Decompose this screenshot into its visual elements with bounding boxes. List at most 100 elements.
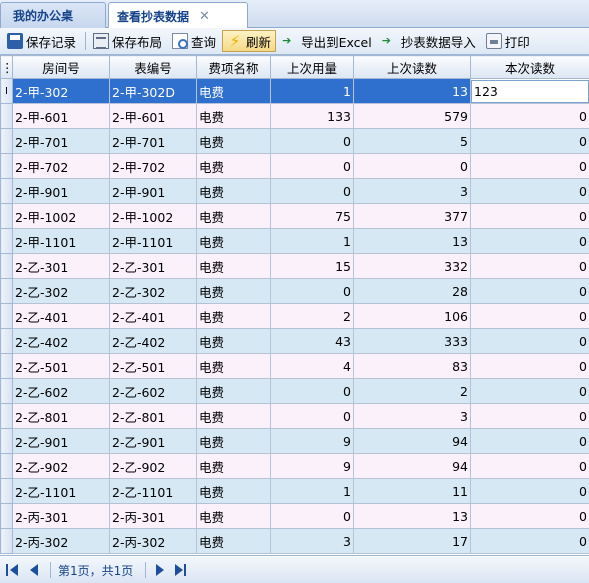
last-reading-cell[interactable]: 0 — [353, 153, 471, 179]
row-indicator[interactable] — [0, 278, 13, 304]
meter-cell[interactable]: 2-乙-302 — [109, 278, 197, 304]
meter-cell[interactable]: 2-乙-602 — [109, 378, 197, 404]
fee-cell[interactable]: 电费 — [196, 128, 271, 154]
room-cell[interactable]: 2-甲-302 — [12, 78, 110, 104]
fee-cell[interactable]: 电费 — [196, 253, 271, 279]
last-usage-cell[interactable]: 1 — [270, 228, 354, 254]
room-cell[interactable]: 2-乙-902 — [12, 453, 110, 479]
current-reading-cell[interactable]: 0 — [470, 353, 589, 379]
row-indicator[interactable] — [0, 478, 13, 504]
row-indicator[interactable] — [0, 303, 13, 329]
last-reading-cell[interactable]: 13 — [353, 78, 471, 104]
next-page-icon[interactable] — [153, 563, 167, 577]
room-cell[interactable]: 2-乙-1101 — [12, 478, 110, 504]
last-reading-cell[interactable]: 3 — [353, 178, 471, 204]
last-reading-cell[interactable]: 28 — [353, 278, 471, 304]
last-usage-cell[interactable]: 2 — [270, 303, 354, 329]
room-cell[interactable]: 2-甲-901 — [12, 178, 110, 204]
column-header-last-reading[interactable]: 上次读数 — [353, 55, 471, 79]
last-reading-cell[interactable]: 11 — [353, 478, 471, 504]
last-reading-cell[interactable]: 17 — [353, 528, 471, 554]
last-reading-cell[interactable]: 83 — [353, 353, 471, 379]
current-reading-cell[interactable]: 0 — [470, 503, 589, 529]
last-usage-cell[interactable]: 15 — [270, 253, 354, 279]
table-row[interactable]: 2-甲-701 2-甲-701 电费 0 5 0 — [0, 128, 589, 154]
current-reading-cell[interactable]: 0 — [470, 253, 589, 279]
last-usage-cell[interactable]: 0 — [270, 128, 354, 154]
row-indicator[interactable] — [0, 378, 13, 404]
current-reading-cell[interactable]: 0 — [470, 528, 589, 554]
table-row[interactable]: 2-乙-801 2-乙-801 电费 0 3 0 — [0, 403, 589, 429]
first-page-icon[interactable] — [6, 563, 20, 577]
row-indicator[interactable] — [0, 353, 13, 379]
table-row[interactable]: 2-乙-902 2-乙-902 电费 9 94 0 — [0, 453, 589, 479]
table-row[interactable]: 2-丙-302 2-丙-302 电费 3 17 0 — [0, 528, 589, 554]
row-indicator[interactable] — [0, 253, 13, 279]
last-usage-cell[interactable]: 133 — [270, 103, 354, 129]
room-cell[interactable]: 2-乙-302 — [12, 278, 110, 304]
last-usage-cell[interactable]: 9 — [270, 453, 354, 479]
fee-cell[interactable]: 电费 — [196, 278, 271, 304]
table-row[interactable]: 2-乙-901 2-乙-901 电费 9 94 0 — [0, 428, 589, 454]
last-usage-cell[interactable]: 3 — [270, 528, 354, 554]
fee-cell[interactable]: 电费 — [196, 328, 271, 354]
meter-cell[interactable]: 2-乙-902 — [109, 453, 197, 479]
fee-cell[interactable]: 电费 — [196, 303, 271, 329]
row-indicator[interactable] — [0, 503, 13, 529]
room-cell[interactable]: 2-乙-602 — [12, 378, 110, 404]
last-reading-cell[interactable]: 579 — [353, 103, 471, 129]
column-header-room[interactable]: 房间号 — [12, 55, 110, 79]
table-row[interactable]: 2-乙-302 2-乙-302 电费 0 28 0 — [0, 278, 589, 304]
row-indicator[interactable] — [0, 528, 13, 554]
current-reading-cell[interactable]: 0 — [470, 228, 589, 254]
meter-cell[interactable]: 2-甲-1002 — [109, 203, 197, 229]
table-row[interactable]: 2-丙-301 2-丙-301 电费 0 13 0 — [0, 503, 589, 529]
last-usage-cell[interactable]: 4 — [270, 353, 354, 379]
export-excel-button[interactable]: ➔ 导出到Excel — [278, 30, 376, 52]
table-row[interactable]: 2-甲-1002 2-甲-1002 电费 75 377 0 — [0, 203, 589, 229]
current-reading-cell[interactable]: 0 — [470, 303, 589, 329]
row-indicator[interactable] — [0, 128, 13, 154]
column-header-fee[interactable]: 费项名称 — [196, 55, 271, 79]
fee-cell[interactable]: 电费 — [196, 228, 271, 254]
meter-cell[interactable]: 2-甲-1101 — [109, 228, 197, 254]
last-usage-cell[interactable]: 1 — [270, 78, 354, 104]
last-reading-cell[interactable]: 3 — [353, 403, 471, 429]
tab-my-desk[interactable]: 我的办公桌 — [0, 2, 106, 28]
current-reading-cell[interactable]: 0 — [470, 453, 589, 479]
last-usage-cell[interactable]: 43 — [270, 328, 354, 354]
meter-cell[interactable]: 2-丙-301 — [109, 503, 197, 529]
room-cell[interactable]: 2-乙-401 — [12, 303, 110, 329]
last-reading-cell[interactable]: 94 — [353, 428, 471, 454]
current-reading-cell[interactable]: 0 — [470, 153, 589, 179]
room-cell[interactable]: 2-乙-901 — [12, 428, 110, 454]
last-usage-cell[interactable]: 0 — [270, 503, 354, 529]
room-cell[interactable]: 2-乙-501 — [12, 353, 110, 379]
table-row[interactable]: 2-乙-401 2-乙-401 电费 2 106 0 — [0, 303, 589, 329]
table-row[interactable]: 2-乙-402 2-乙-402 电费 43 333 0 — [0, 328, 589, 354]
save-record-button[interactable]: 保存记录 — [3, 30, 80, 52]
row-indicator[interactable] — [0, 228, 13, 254]
fee-cell[interactable]: 电费 — [196, 178, 271, 204]
current-reading-cell[interactable]: 0 — [470, 203, 589, 229]
meter-cell[interactable]: 2-甲-901 — [109, 178, 197, 204]
last-reading-cell[interactable]: 2 — [353, 378, 471, 404]
room-cell[interactable]: 2-甲-701 — [12, 128, 110, 154]
table-row[interactable]: 2-乙-602 2-乙-602 电费 0 2 0 — [0, 378, 589, 404]
room-cell[interactable]: 2-甲-1002 — [12, 203, 110, 229]
row-indicator-header[interactable]: ⋮ — [0, 55, 14, 79]
last-usage-cell[interactable]: 0 — [270, 153, 354, 179]
current-reading-cell[interactable]: 0 — [470, 328, 589, 354]
current-reading-cell[interactable]: 0 — [470, 128, 589, 154]
fee-cell[interactable]: 电费 — [196, 78, 271, 104]
tab-view-meter-data[interactable]: 查看抄表数据 ✕ — [108, 2, 248, 29]
last-reading-cell[interactable]: 94 — [353, 453, 471, 479]
table-row[interactable]: I 2-甲-302 2-甲-302D 电费 1 13 — [0, 78, 589, 104]
fee-cell[interactable]: 电费 — [196, 528, 271, 554]
last-page-icon[interactable] — [174, 563, 188, 577]
fee-cell[interactable]: 电费 — [196, 403, 271, 429]
fee-cell[interactable]: 电费 — [196, 478, 271, 504]
meter-cell[interactable]: 2-乙-901 — [109, 428, 197, 454]
row-indicator[interactable] — [0, 403, 13, 429]
current-reading-cell[interactable]: 0 — [470, 178, 589, 204]
